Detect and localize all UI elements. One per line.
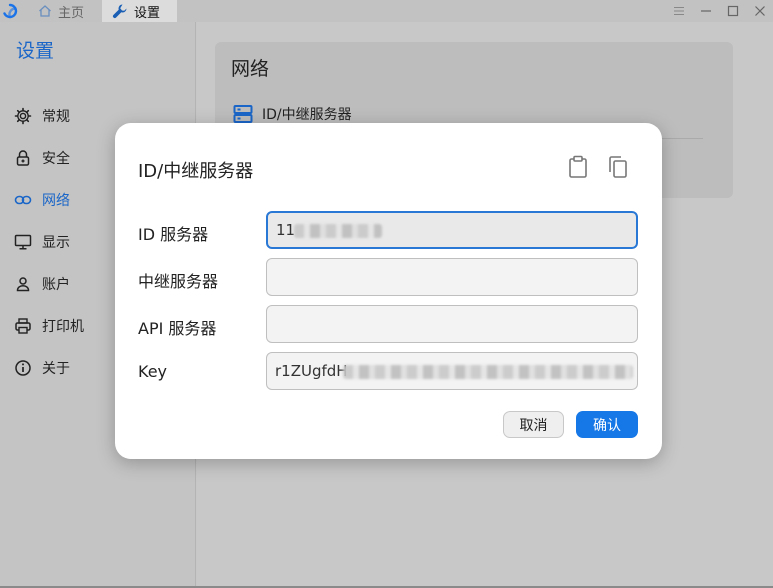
close-icon[interactable] [746, 0, 773, 22]
sidebar-item-account[interactable]: 账户 [14, 272, 70, 296]
wrench-icon [112, 4, 127, 19]
sidebar-item-about[interactable]: 关于 [14, 356, 70, 380]
gear-icon [14, 107, 32, 125]
sidebar-item-label: 网络 [42, 193, 70, 209]
tab-settings[interactable]: 设置 [102, 0, 177, 22]
cancel-button[interactable]: 取消 [503, 411, 564, 438]
tab-home[interactable]: 主页 [20, 0, 102, 22]
id-server-label: ID 服务器 [138, 225, 209, 244]
maximize-icon[interactable] [719, 0, 746, 22]
window-controls [665, 0, 773, 22]
person-icon [16, 277, 30, 292]
id-relay-server-dialog: ID/中继服务器 ID 服务器 11 中继服务器 API 服务器 Key r1Z… [115, 123, 662, 459]
dialog-title: ID/中继服务器 [138, 161, 254, 182]
title-bar: 主页 设置 [0, 0, 773, 22]
lock-icon [16, 150, 30, 166]
sidebar-item-display[interactable]: 显示 [14, 230, 70, 254]
tab-home-label: 主页 [58, 5, 85, 21]
link-icon [14, 195, 32, 205]
relay-server-input[interactable] [266, 258, 638, 296]
sidebar-item-label: 显示 [42, 235, 70, 251]
relay-server-label: 中继服务器 [138, 272, 219, 291]
id-server-input[interactable]: 11 [266, 211, 638, 249]
network-card-title: 网络 [231, 58, 270, 80]
minimize-icon[interactable] [692, 0, 719, 22]
sidebar-item-label: 关于 [42, 361, 70, 377]
tab-settings-label: 设置 [134, 5, 161, 21]
api-server-label: API 服务器 [138, 319, 217, 338]
key-label: Key [138, 362, 168, 381]
sidebar-item-printer[interactable]: 打印机 [14, 314, 84, 338]
copy-icon[interactable] [606, 154, 630, 180]
confirm-button[interactable]: 确认 [576, 411, 638, 438]
id-server-value: 11 [276, 221, 296, 239]
id-relay-server-label: ID/中继服务器 [262, 107, 352, 123]
sidebar-item-network[interactable]: 网络 [14, 188, 70, 212]
sidebar-item-label: 账户 [42, 277, 70, 293]
home-icon [39, 5, 51, 17]
info-icon [15, 360, 31, 376]
app-window: 主页 设置 设置 常规 安全 网络 显示 账户 打印机 关于 网络 ID/中继服… [0, 0, 773, 588]
redacted-blur [343, 365, 633, 379]
server-icon [233, 105, 253, 123]
sidebar-title: 设置 [16, 40, 55, 62]
sidebar-item-label: 打印机 [42, 319, 84, 335]
menu-icon[interactable] [665, 0, 692, 22]
paste-icon[interactable] [566, 154, 590, 180]
printer-icon [15, 318, 31, 334]
sidebar-item-label: 安全 [42, 151, 70, 167]
sidebar-item-general[interactable]: 常规 [14, 104, 70, 128]
key-input[interactable]: r1ZUgfdH [266, 352, 638, 390]
redacted-blur [294, 224, 382, 238]
key-value: r1ZUgfdH [275, 362, 348, 380]
app-logo-icon [0, 0, 20, 22]
sidebar-item-label: 常规 [42, 109, 70, 125]
sidebar-item-security[interactable]: 安全 [14, 146, 70, 170]
id-relay-server-row[interactable]: ID/中继服务器 [233, 104, 352, 124]
api-server-input[interactable] [266, 305, 638, 343]
monitor-icon [14, 234, 32, 250]
